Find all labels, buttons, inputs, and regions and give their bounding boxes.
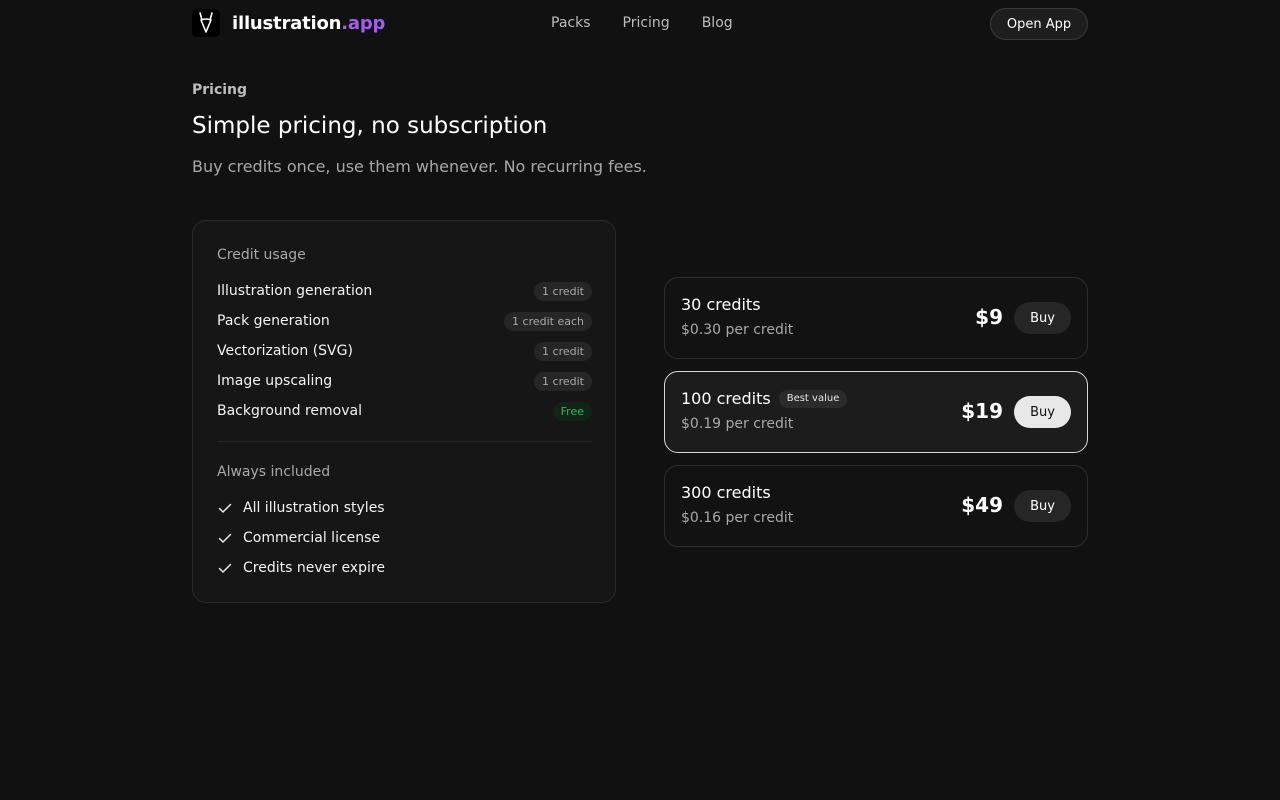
usage-name: Background removal (217, 403, 362, 419)
page-subtitle: Buy credits once, use them whenever. No … (192, 157, 647, 176)
credit-cost-pill: 1 credit each (504, 311, 592, 331)
credit-usage-card: Credit usage Illustration generation 1 c… (192, 220, 616, 603)
credit-cost-pill: 1 credit (534, 341, 592, 361)
credit-cost-pill: 1 credit (534, 371, 592, 391)
usage-row: Image upscaling 1 credit (217, 371, 592, 391)
logo-text: illustration.app (232, 13, 385, 34)
check-icon (218, 533, 232, 543)
included-item: All illustration styles (217, 498, 385, 518)
plan-price: $49 (961, 493, 1003, 517)
plan-name: 30 credits (681, 295, 761, 314)
plan-card-30: 30 credits $0.30 per credit $9 Buy (664, 277, 1088, 359)
logo[interactable]: illustration.app (192, 9, 385, 37)
best-value-badge: Best value (778, 389, 848, 408)
plan-name-text: 30 credits (681, 295, 761, 314)
page-title: Simple pricing, no subscription (192, 113, 548, 139)
plan-per-credit: $0.30 per credit (681, 322, 794, 338)
included-text: All illustration styles (243, 500, 385, 516)
logo-text-accent: .app (341, 12, 386, 34)
usage-row: Vectorization (SVG) 1 credit (217, 341, 592, 361)
free-pill: Free (552, 401, 592, 421)
check-icon (218, 503, 232, 513)
divider (217, 441, 592, 442)
plan-card-300: 300 credits $0.16 per credit $49 Buy (664, 465, 1088, 547)
included-text: Credits never expire (243, 560, 385, 576)
section-eyebrow: Pricing (192, 82, 248, 98)
included-item: Credits never expire (217, 558, 385, 578)
plan-price: $19 (961, 399, 1003, 423)
credit-usage-label: Credit usage (217, 247, 306, 263)
plan-per-credit: $0.16 per credit (681, 510, 794, 526)
plan-name: 100 credits Best value (681, 389, 848, 408)
logo-icon (192, 9, 220, 37)
usage-row: Background removal Free (217, 401, 592, 421)
nav-links: Packs Pricing Blog (551, 15, 765, 31)
usage-name: Image upscaling (217, 373, 333, 389)
nav-link-packs[interactable]: Packs (551, 15, 591, 31)
usage-name: Illustration generation (217, 283, 373, 299)
included-text: Commercial license (243, 530, 381, 546)
plan-card-100: 100 credits Best value $0.19 per credit … (664, 371, 1088, 453)
plan-name-text: 100 credits (681, 389, 771, 408)
usage-name: Pack generation (217, 313, 330, 329)
always-included-label: Always included (217, 464, 331, 480)
plan-per-credit: $0.19 per credit (681, 416, 794, 432)
plan-name-text: 300 credits (681, 483, 771, 502)
buy-button-300[interactable]: Buy (1014, 490, 1071, 522)
included-item: Commercial license (217, 528, 380, 548)
open-app-button[interactable]: Open App (990, 8, 1088, 40)
plan-price: $9 (975, 305, 1003, 329)
buy-button-30[interactable]: Buy (1014, 302, 1071, 334)
plan-name: 300 credits (681, 483, 771, 502)
usage-row: Pack generation 1 credit each (217, 311, 592, 331)
buy-button-100[interactable]: Buy (1014, 396, 1071, 428)
nav-link-pricing[interactable]: Pricing (623, 15, 670, 31)
usage-row: Illustration generation 1 credit (217, 281, 592, 301)
top-nav: illustration.app Packs Pricing Blog Open… (0, 0, 1280, 48)
logo-text-main: illustration (232, 12, 342, 34)
nav-link-blog[interactable]: Blog (702, 15, 733, 31)
credit-cost-pill: 1 credit (534, 281, 592, 301)
usage-name: Vectorization (SVG) (217, 343, 353, 359)
check-icon (218, 563, 232, 573)
